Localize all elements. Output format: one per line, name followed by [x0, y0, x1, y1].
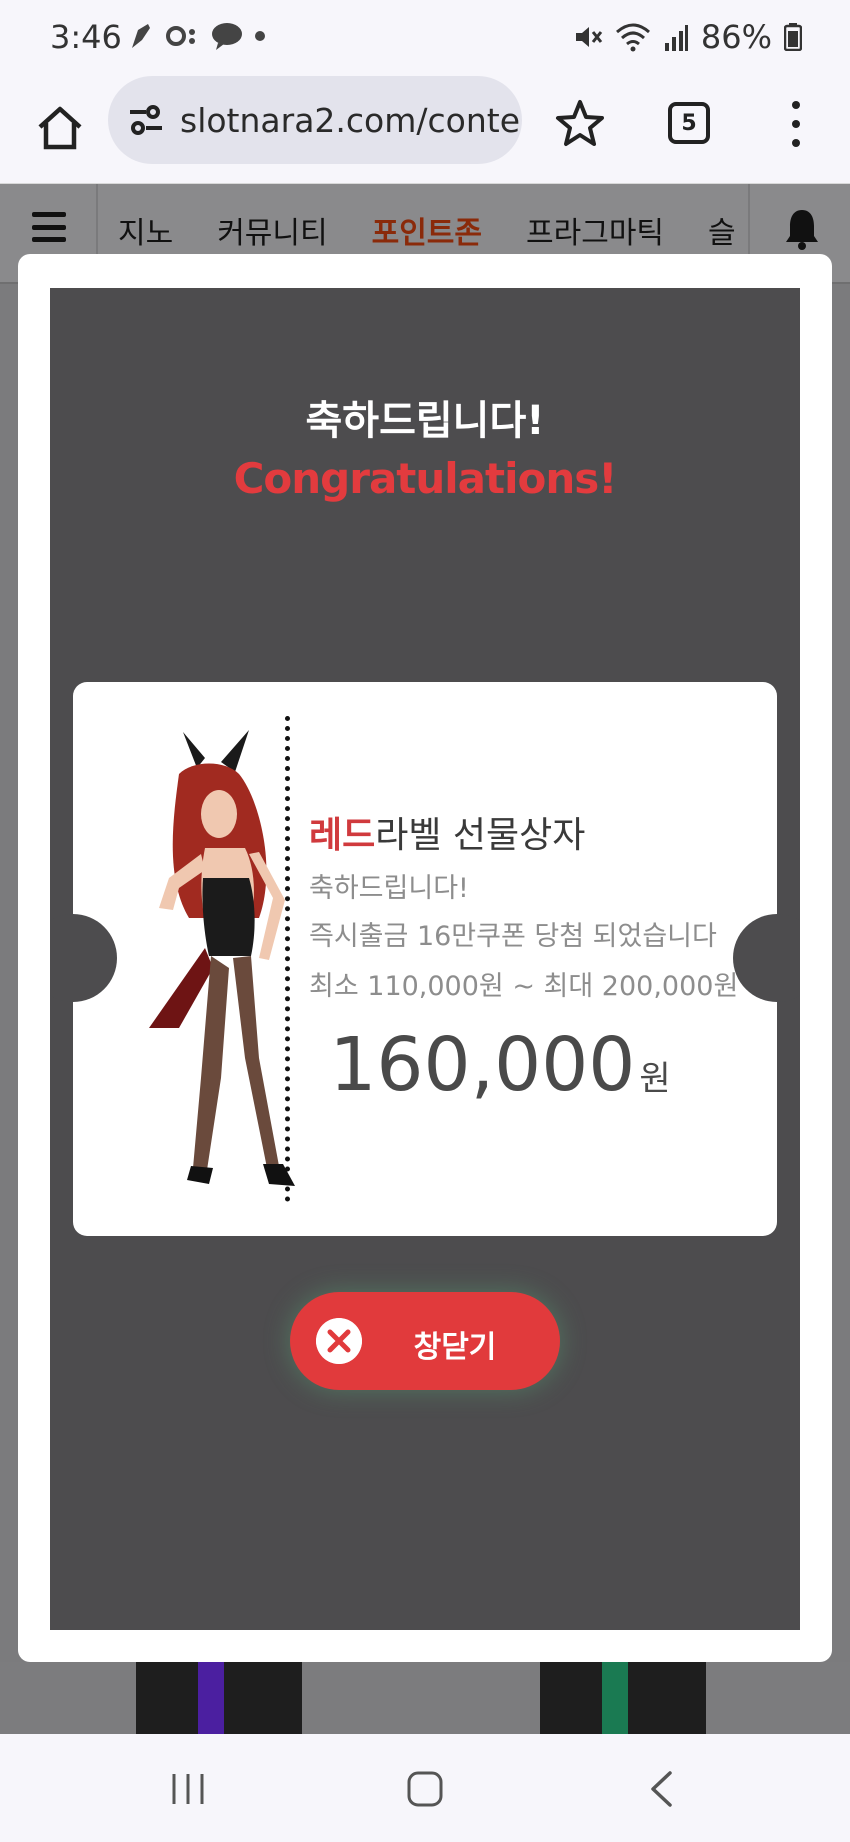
thumbnail-block	[540, 1662, 706, 1734]
bell-icon[interactable]	[782, 206, 822, 250]
tab-switcher-button[interactable]: 5	[668, 102, 710, 144]
bunny-character-illustration	[149, 730, 295, 1186]
back-icon[interactable]	[648, 1770, 674, 1808]
prize-message-line2: 즉시출금 16만쿠폰 당첨 되었습니다	[309, 921, 717, 952]
popup-title-korean: 축하드립니다!	[305, 398, 545, 444]
home-nav-icon[interactable]	[406, 1770, 444, 1808]
talk-notification-icon	[166, 26, 195, 46]
menu-dot-icon	[792, 119, 800, 128]
popup-title-english: Congratulations!	[233, 454, 618, 503]
notification-icons	[128, 20, 266, 52]
menu-dot-icon	[792, 138, 800, 147]
coupon-perforation	[285, 716, 290, 1202]
nav-item-point-zone[interactable]: 포인트존	[372, 208, 482, 252]
menu-dot-icon	[792, 101, 800, 110]
wifi-icon	[615, 23, 650, 52]
nav-item-community[interactable]: 커뮤니티	[217, 208, 327, 252]
status-bar: 3:46 86%	[0, 0, 850, 76]
congratulations-popup: 축하드립니다! Congratulations! 레드라벨 선물상자 축하드립니…	[50, 288, 800, 1630]
coupon-notch-left	[50, 914, 117, 1002]
close-popup-button[interactable]: 창닫기	[290, 1292, 560, 1390]
thumbnail-block	[136, 1662, 302, 1734]
recent-apps-icon[interactable]	[170, 1772, 206, 1806]
prize-amount: 160,000 원	[73, 1022, 777, 1108]
nav-item-jino[interactable]: 지노	[118, 208, 173, 252]
signal-icon	[664, 25, 688, 51]
nav-items: 지노 커뮤니티 포인트존 프라그마틱 슬	[118, 208, 736, 252]
more-notifications-dot-icon	[255, 31, 265, 41]
browser-menu-button[interactable]	[782, 96, 810, 152]
prize-message-line1: 축하드립니다!	[309, 873, 469, 904]
nav-item-pragmatic[interactable]: 프라그마틱	[526, 208, 664, 252]
status-time: 3:46	[50, 18, 122, 56]
browser-toolbar: slotnara2.com/conte 5	[0, 76, 850, 184]
coupon-notch-right	[733, 914, 800, 1002]
battery-percent: 86%	[700, 18, 772, 56]
prize-title-highlight: 레드	[309, 815, 376, 856]
page-content-peek	[0, 1662, 850, 1734]
nav-item-slot[interactable]: 슬	[708, 208, 736, 252]
prize-title-rest: 라벨 선물상자	[375, 815, 586, 856]
mute-icon	[575, 27, 603, 47]
site-settings-icon[interactable]	[126, 100, 166, 140]
prize-amount-unit: 원	[639, 1059, 671, 1099]
chat-notification-icon	[212, 23, 242, 50]
battery-icon	[784, 23, 802, 51]
address-bar[interactable]: slotnara2.com/conte	[108, 76, 522, 164]
hamburger-menu-icon[interactable]	[32, 212, 66, 242]
close-button-label: 창닫기	[413, 1330, 497, 1365]
gift-coupon-card: 레드라벨 선물상자 축하드립니다! 즉시출금 16만쿠폰 당첨 되었습니다 최소…	[50, 682, 800, 1236]
status-right: 86%	[573, 18, 802, 56]
prize-title: 레드라벨 선물상자	[309, 806, 585, 858]
prize-range-line: 최소 110,000원 ~ 최대 200,000원	[309, 971, 739, 1002]
home-icon	[38, 106, 82, 150]
bookmark-star-icon[interactable]	[552, 96, 608, 152]
pen-notification-icon	[132, 24, 150, 48]
url-text[interactable]: slotnara2.com/conte	[180, 101, 520, 140]
android-navigation-bar	[0, 1734, 850, 1842]
home-button[interactable]	[28, 96, 92, 160]
prize-amount-value: 160,000	[329, 1022, 636, 1108]
